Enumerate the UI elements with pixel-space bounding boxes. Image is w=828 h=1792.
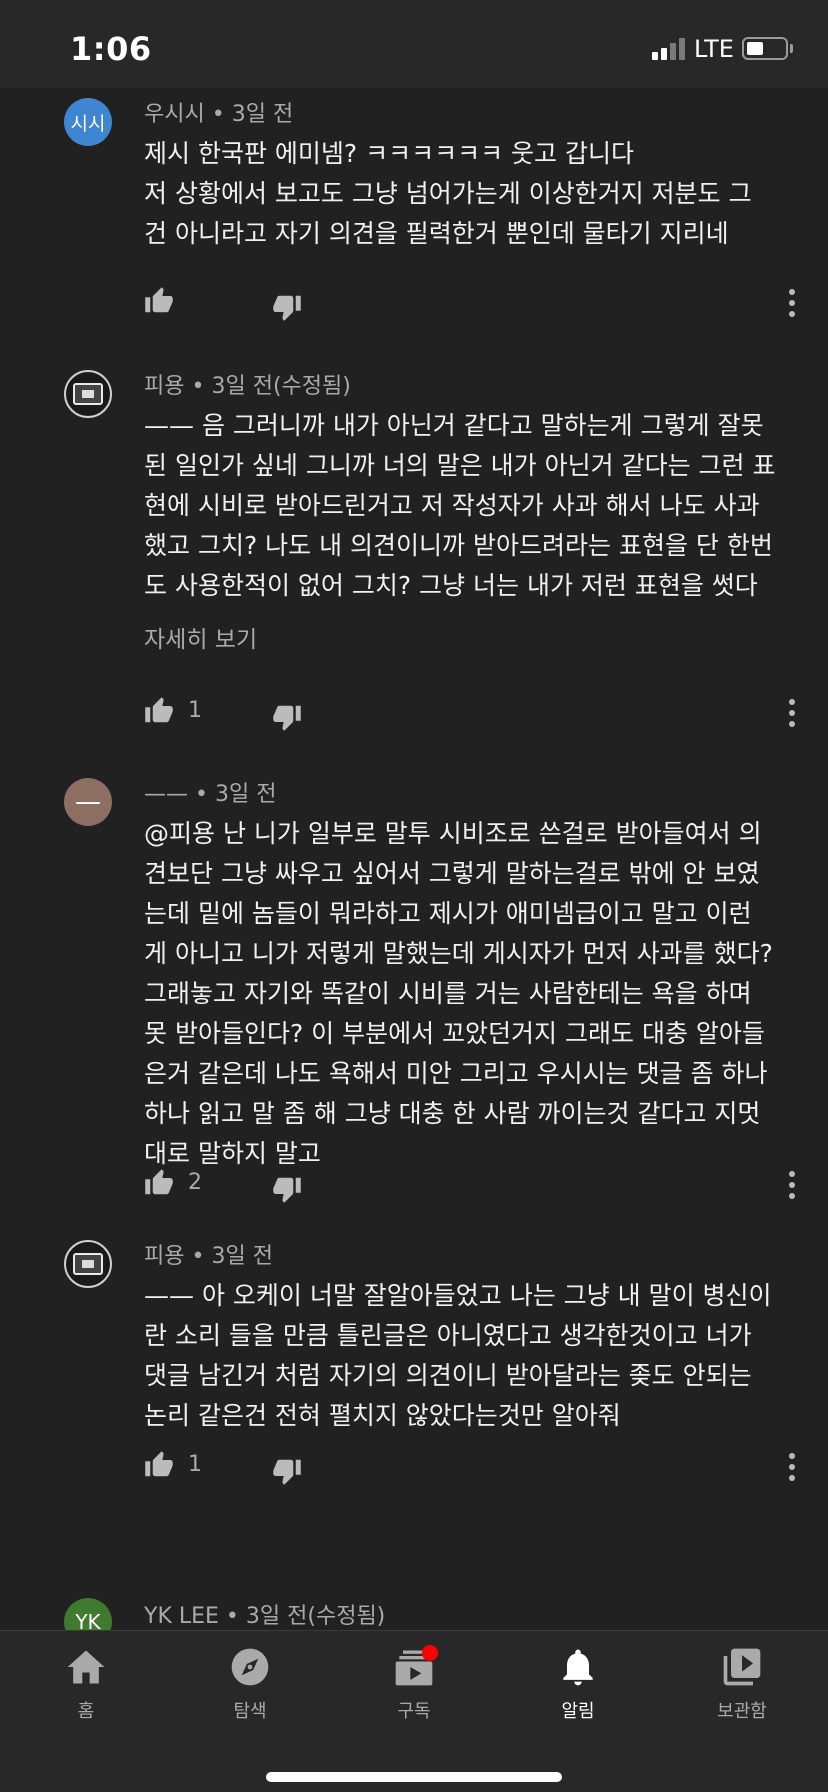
comment-time: 3일 전	[214, 782, 277, 807]
more-options-button[interactable]	[778, 1168, 806, 1202]
nav-notifications[interactable]: 알림	[518, 1645, 638, 1725]
comment-line: 하나 읽고 말 좀 해 그냥 대충 한 사람 까이는것 같다고 지멋	[144, 1099, 761, 1128]
comment-author[interactable]: YK LEE	[144, 1604, 219, 1629]
comment-line: 게 아니고 니가 저렇게 말했는데 게시자가 먼저 사과를 했다?	[144, 939, 773, 968]
avatar-image	[73, 1253, 103, 1275]
explore-icon	[231, 1648, 269, 1686]
comment-meta: 우시시 • 3일 전	[144, 96, 293, 128]
more-options-button[interactable]	[778, 1450, 806, 1484]
comment-author[interactable]: 우시시	[144, 102, 205, 127]
meta-separator: •	[191, 374, 212, 399]
comment-line: 그래놓고 자기와 똑같이 시비를 거는 사람한테는 욕을 하며	[144, 979, 752, 1008]
thumbs-up-icon[interactable]	[144, 696, 174, 726]
comment-author[interactable]: 피용	[144, 374, 184, 399]
nav-label: 보관함	[717, 1701, 767, 1722]
avatar[interactable]	[64, 1240, 112, 1288]
comment-line: —— 음 그러니까 내가 아닌거 같다고 말하는게 그렇게 잘못	[144, 411, 764, 440]
more-options-button[interactable]	[778, 696, 806, 730]
avatar[interactable]: —	[64, 778, 112, 826]
like-count: 2	[188, 1170, 202, 1195]
battery-icon	[742, 37, 788, 60]
comment-actions: 1	[0, 692, 828, 732]
comment-text: —— 음 그러니까 내가 아닌거 같다고 말하는게 그렇게 잘못 된 일인가 싶…	[144, 406, 794, 606]
comment-time: 3일 전(수정됨)	[245, 1604, 386, 1629]
comment-line: 견보단 그냥 싸우고 싶어서 그렇게 말하는걸로 밖에 안 보였	[144, 859, 760, 888]
nav-home[interactable]: 홈	[26, 1645, 146, 1725]
like-count: 1	[188, 1452, 202, 1477]
like-count: 1	[188, 698, 202, 723]
status-bar: 1:06 LTE	[0, 0, 828, 88]
thumbs-up-icon[interactable]	[144, 286, 174, 316]
comment-text: @피용 난 니가 일부로 말투 시비조로 쓴걸로 받아들여서 의 견보단 그냥 …	[144, 814, 794, 1174]
comment-list[interactable]: 시시 우시시 • 3일 전 제시 한국판 에미넴? ㅋㅋㅋㅋㅋㅋ 웃고 갑니다 …	[0, 88, 828, 1630]
comment-text: 제시 한국판 에미넴? ㅋㅋㅋㅋㅋㅋ 웃고 갑니다 저 상황에서 보고도 그냥 …	[144, 134, 794, 254]
comment-actions: 2	[0, 1164, 828, 1204]
more-options-button[interactable]	[778, 286, 806, 320]
battery-cap	[790, 44, 793, 53]
avatar-initials: 시시	[70, 112, 106, 135]
comment-line: 논리 같은건 전혀 펼치지 않았다는것만 알아줘	[144, 1401, 621, 1430]
comment-time: 3일 전(수정됨)	[211, 374, 351, 399]
thumbs-up-icon[interactable]	[144, 1450, 174, 1480]
comment-text: —— 아 오케이 너말 잘알아들었고 나는 그냥 내 말이 병신이 란 소리 들…	[144, 1276, 794, 1436]
meta-separator: •	[225, 1604, 246, 1629]
comment-line: 은거 같은데 나도 욕해서 미안 그리고 우시시는 댓글 좀 하나	[144, 1059, 768, 1088]
comment-meta: YK LEE • 3일 전(수정됨)	[144, 1598, 385, 1630]
nav-label: 구독	[397, 1701, 431, 1722]
nav-library[interactable]: 보관함	[682, 1645, 802, 1725]
comment-meta: 피용 • 3일 전(수정됨)	[144, 368, 351, 400]
notification-dot	[422, 1645, 438, 1661]
comment-actions: 1	[0, 1446, 828, 1486]
status-time: 1:06	[70, 30, 152, 68]
meta-separator: •	[195, 782, 215, 807]
avatar[interactable]	[64, 370, 112, 418]
meta-separator: •	[191, 1244, 212, 1269]
comment-line: 도 사용한적이 없어 그치? 그냥 너는 내가 저런 표현을 썻다	[144, 571, 758, 600]
comment-author[interactable]: 피용	[144, 1244, 184, 1269]
read-more-link[interactable]: 자세히 보기	[144, 620, 257, 654]
nav-explore[interactable]: 탐색	[190, 1645, 310, 1725]
comment-actions	[0, 282, 828, 322]
avatar-image	[73, 383, 103, 405]
comment-time: 3일 전	[231, 102, 294, 127]
comment-line: 댓글 남긴거 처럼 자기의 의견이니 받아달라는 좆도 안되는	[144, 1361, 752, 1390]
comment-line: 제시 한국판 에미넴? ㅋㅋㅋㅋㅋㅋ 웃고 갑니다	[144, 139, 635, 168]
comment-line: 했고 그치? 나도 내 의견이니까 받아드려라는 표현을 단 한번	[144, 531, 773, 560]
signal-icon	[652, 36, 688, 60]
thumbs-down-icon[interactable]	[272, 292, 302, 322]
thumbs-down-icon[interactable]	[272, 1456, 302, 1486]
nav-label: 홈	[77, 1701, 95, 1722]
nav-label: 알림	[561, 1701, 595, 1722]
bottom-navigation: 홈 탐색 구독 알림 보관함	[0, 1630, 828, 1792]
comment-line: 저 상황에서 보고도 그냥 넘어가는게 이상한거지 저분도 그	[144, 179, 752, 208]
comment-time: 3일 전	[211, 1244, 273, 1269]
thumbs-down-icon[interactable]	[272, 702, 302, 732]
nav-label: 탐색	[233, 1701, 267, 1722]
avatar-initials: YK	[75, 1610, 101, 1630]
notifications-icon	[563, 1649, 593, 1686]
home-icon	[67, 1650, 105, 1684]
comment-meta: —— • 3일 전	[144, 776, 276, 808]
comment-meta: 피용 • 3일 전	[144, 1238, 273, 1270]
library-icon	[723, 1648, 761, 1686]
comment-line: 는데 밑에 놈들이 뭐라하고 제시가 애미넴급이고 말고 이런	[144, 899, 752, 928]
nav-subscriptions[interactable]: 구독	[354, 1645, 474, 1725]
avatar[interactable]: 시시	[64, 98, 112, 146]
comment-line: —— 아 오케이 너말 잘알아들었고 나는 그냥 내 말이 병신이	[144, 1281, 772, 1310]
comment-line: 현에 시비로 받아드린거고 저 작성자가 사과 해서 나도 사과	[144, 491, 760, 520]
avatar-initials: —	[75, 787, 101, 817]
network-label: LTE	[694, 35, 734, 63]
thumbs-down-icon[interactable]	[272, 1174, 302, 1204]
home-indicator[interactable]	[266, 1772, 562, 1782]
comment-line: 된 일인가 싶네 그니까 너의 말은 내가 아닌거 같다는 그런 표	[144, 451, 776, 480]
meta-separator: •	[211, 102, 232, 127]
comment-line: 건 아니라고 자기 의견을 필력한거 뿐인데 물타기 지리네	[144, 219, 729, 248]
comment-line: @피용 난 니가 일부로 말투 시비조로 쓴걸로 받아들여서 의	[144, 819, 762, 848]
comment-line: 못 받아들인다? 이 부분에서 꼬았던거지 그래도 대충 알아들	[144, 1019, 765, 1048]
comment-line: 란 소리 들을 만큼 틀린글은 아니였다고 생각한것이고 너가	[144, 1321, 752, 1350]
avatar[interactable]: YK	[64, 1598, 112, 1630]
thumbs-up-icon[interactable]	[144, 1168, 174, 1198]
comment-author[interactable]: ——	[144, 782, 188, 807]
